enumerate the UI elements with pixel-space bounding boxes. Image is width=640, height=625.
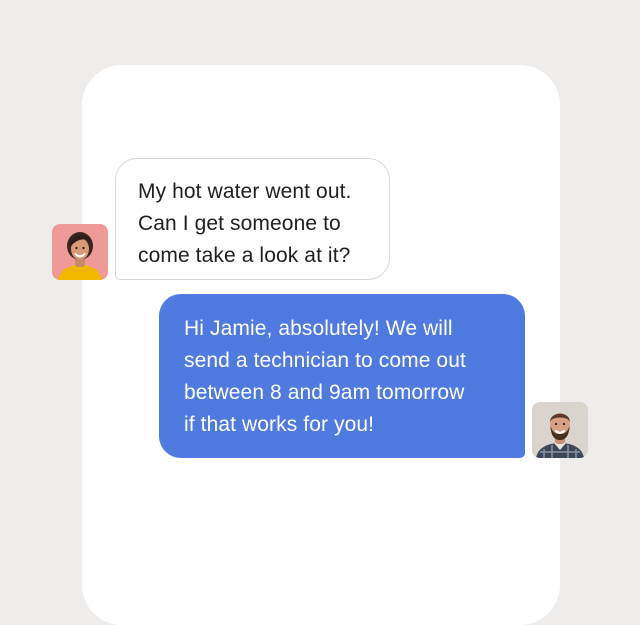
customer-avatar-icon [52, 224, 108, 280]
incoming-message-bubble: My hot water went out. Can I get someone… [115, 158, 390, 280]
message-line: My hot water went out. [138, 180, 352, 203]
agent-avatar-icon [532, 402, 588, 458]
message-line: Hi Jamie, absolutely! We will [184, 317, 453, 340]
message-line: between 8 and 9am tomorrow [184, 381, 465, 404]
outgoing-message-bubble: Hi Jamie, absolutely! We will send a tec… [159, 294, 525, 458]
message-line: if that works for you! [184, 413, 375, 436]
message-line: send a technician to come out [184, 349, 466, 372]
message-line: Can I get someone to [138, 212, 341, 235]
message-line: come take a look at it? [138, 244, 351, 267]
